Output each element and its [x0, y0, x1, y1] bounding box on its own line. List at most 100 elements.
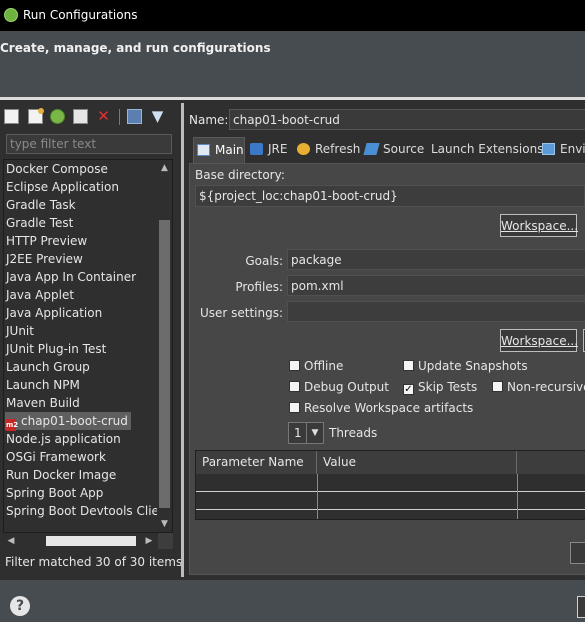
dialog-heading: Create, manage, and run configurations	[0, 41, 271, 55]
tab-launch-extensions[interactable]: Launch Extensions	[431, 137, 543, 163]
title-bar: Run Configurations	[0, 0, 585, 31]
name-label: Name:	[189, 113, 229, 127]
refresh-icon	[297, 143, 310, 155]
tree-item[interactable]: Java Application	[5, 304, 102, 322]
chevron-down-icon[interactable]: ▼	[306, 423, 323, 443]
column-header-parameter-name[interactable]: Parameter Name	[196, 451, 317, 474]
offline-checkbox[interactable]: Offline	[289, 359, 343, 373]
add-parameter-button[interactable]	[570, 542, 585, 564]
user-settings-label: User settings:	[199, 306, 283, 320]
tree-vertical-scrollbar[interactable]: ▲ ▼	[157, 160, 172, 532]
new-prototype-icon[interactable]	[28, 108, 44, 124]
new-config-icon[interactable]	[4, 109, 19, 124]
table-row-divider	[196, 491, 585, 492]
workspace-button[interactable]: Workspace...	[500, 214, 578, 237]
tree-item[interactable]: OSGi Framework	[5, 448, 106, 466]
tab-environment[interactable]: Envir	[542, 137, 585, 163]
tree-item-label: chap01-boot-crud	[21, 414, 128, 428]
tab-main[interactable]: Main	[193, 137, 245, 163]
checkbox-box[interactable]	[289, 402, 300, 413]
goals-label: Goals:	[245, 254, 283, 268]
checkbox-box[interactable]	[403, 360, 414, 371]
tree-item[interactable]: Launch Group	[5, 358, 90, 376]
tree-item[interactable]: Java Applet	[5, 286, 74, 304]
threads-label: Threads	[329, 426, 378, 440]
sash-divider[interactable]	[181, 103, 184, 577]
threads-value: 1	[294, 426, 302, 440]
toolbar-separator	[119, 109, 120, 125]
hscroll-thumb[interactable]	[46, 536, 136, 546]
column-header-filler	[517, 451, 585, 474]
delete-icon[interactable]: ✕	[96, 109, 111, 124]
tab-source[interactable]: Source	[363, 137, 424, 163]
base-directory-field[interactable]: ${project_loc:chap01-boot-crud}	[195, 185, 585, 207]
config-toolbar: ✕ ▼	[0, 106, 183, 128]
column-header-value[interactable]: Value	[317, 451, 517, 474]
scroll-up-icon[interactable]: ▲	[157, 161, 172, 175]
filter-input[interactable]	[6, 134, 172, 154]
filter-icon[interactable]: ▼	[150, 109, 165, 124]
table-row-divider	[196, 509, 585, 510]
profiles-input[interactable]	[287, 275, 585, 296]
config-tabs: Main JRE Refresh Source Launch Extension…	[190, 137, 585, 163]
threads-select[interactable]: 1 ▼	[288, 422, 324, 444]
table-column-divider	[317, 474, 318, 519]
update-snapshots-checkbox[interactable]: Update Snapshots	[403, 359, 528, 373]
tree-item[interactable]: Java App In Container	[5, 268, 136, 286]
tree-item[interactable]: Gradle Test	[5, 214, 73, 232]
parameter-table[interactable]: Parameter Name Value	[195, 450, 585, 520]
tree-item[interactable]: Eclipse Application	[5, 178, 119, 196]
non-recursive-checkbox[interactable]: Non-recursive	[492, 380, 585, 394]
scroll-right-icon[interactable]: ▶	[142, 533, 156, 549]
config-tree[interactable]: Docker Compose Eclipse Application Gradl…	[3, 159, 173, 533]
resolve-workspace-checkbox[interactable]: Resolve Workspace artifacts	[289, 401, 473, 415]
tab-jre[interactable]: JRE	[250, 137, 287, 163]
user-settings-input[interactable]	[287, 301, 585, 322]
checkbox-box[interactable]	[289, 360, 300, 371]
scroll-thumb[interactable]	[159, 220, 170, 508]
tree-item[interactable]: Spring Boot Devtools Client	[5, 502, 171, 520]
tree-item[interactable]: Node.js application	[5, 430, 121, 448]
checkmark-icon[interactable]: ✓	[403, 384, 414, 395]
duplicate-icon[interactable]	[50, 109, 65, 124]
tree-item[interactable]: Docker Compose	[5, 160, 108, 178]
spring-leaf-icon	[4, 8, 18, 22]
name-input[interactable]	[229, 109, 585, 130]
checkbox-box[interactable]	[492, 381, 503, 392]
scroll-down-icon[interactable]: ▼	[157, 517, 172, 531]
scroll-corner	[158, 533, 173, 549]
main-tab-icon	[197, 144, 210, 156]
source-icon	[363, 143, 380, 155]
tree-horizontal-scrollbar[interactable]: ◀ ▶	[4, 533, 158, 549]
base-directory-label: Base directory:	[195, 168, 285, 182]
window-title: Run Configurations	[23, 8, 138, 22]
dialog-header: Create, manage, and run configurations	[0, 31, 585, 97]
tree-item[interactable]: JUnit Plug-in Test	[5, 340, 106, 358]
help-icon[interactable]: ?	[10, 596, 30, 616]
footer-button[interactable]	[577, 596, 585, 618]
filter-status: Filter matched 30 of 30 items	[5, 555, 183, 569]
jre-icon	[250, 143, 263, 155]
tree-item[interactable]: Launch NPM	[5, 376, 80, 394]
debug-output-checkbox[interactable]: Debug Output	[289, 380, 389, 394]
tree-item-selected[interactable]: m2 chap01-boot-crud	[5, 412, 131, 431]
goals-input[interactable]	[287, 249, 585, 270]
scroll-left-icon[interactable]: ◀	[4, 533, 18, 549]
tree-item[interactable]: HTTP Preview	[5, 232, 87, 250]
tree-item[interactable]: JUnit	[5, 322, 34, 340]
tree-item[interactable]: J2EE Preview	[5, 250, 83, 268]
tree-item[interactable]: Maven Build	[5, 394, 80, 412]
tree-item[interactable]: Run Docker Image	[5, 466, 116, 484]
environment-icon	[542, 143, 555, 155]
skip-tests-checkbox[interactable]: ✓ Skip Tests	[403, 380, 477, 395]
tree-item[interactable]: Spring Boot App	[5, 484, 103, 502]
profiles-label: Profiles:	[235, 280, 283, 294]
collapse-all-icon[interactable]	[127, 109, 142, 124]
dialog-footer	[0, 580, 585, 622]
export-icon[interactable]	[73, 109, 88, 124]
tab-refresh[interactable]: Refresh	[297, 137, 360, 163]
tree-item[interactable]: Gradle Task	[5, 196, 76, 214]
user-settings-workspace-button[interactable]: Workspace...	[500, 329, 578, 352]
checkbox-box[interactable]	[289, 381, 300, 392]
table-column-divider	[517, 474, 518, 519]
